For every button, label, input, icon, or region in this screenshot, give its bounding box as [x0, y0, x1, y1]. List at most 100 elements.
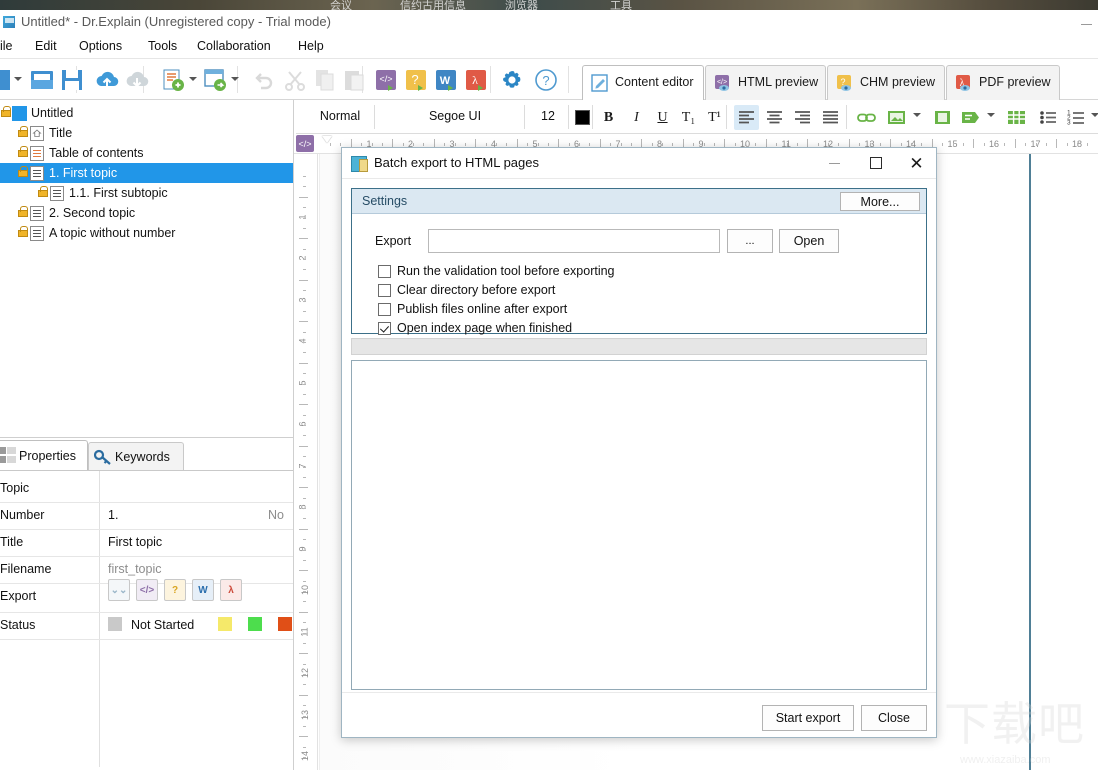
menu-item-file[interactable]: ile: [0, 39, 13, 53]
minimize-icon[interactable]: [1081, 24, 1092, 25]
lock-icon[interactable]: [17, 166, 28, 177]
open-button[interactable]: Open: [779, 229, 839, 253]
html-tag-icon[interactable]: </>: [296, 135, 314, 152]
bullet-list-button[interactable]: [1036, 105, 1061, 130]
align-left-button[interactable]: [734, 105, 759, 130]
lock-icon[interactable]: [17, 206, 28, 217]
properties-row-value[interactable]: 1.: [108, 508, 118, 522]
tree-item-topic-without-number[interactable]: A topic without number: [0, 223, 293, 243]
menu-item-edit[interactable]: Edit: [35, 39, 57, 53]
capture-window-caret[interactable]: [231, 77, 239, 81]
properties-row-number-toggle[interactable]: No: [268, 508, 284, 522]
insert-note-button[interactable]: [958, 105, 983, 130]
start-export-button[interactable]: Start export: [762, 705, 854, 731]
tab-keywords[interactable]: Keywords: [88, 442, 184, 470]
tree-item-second-topic[interactable]: 2. Second topic: [0, 203, 293, 223]
menu-item-options[interactable]: Options: [79, 39, 122, 53]
insert-image-button[interactable]: [884, 105, 909, 130]
new-project-caret[interactable]: [14, 77, 22, 81]
settings-button[interactable]: [498, 66, 526, 94]
menu-item-collaboration[interactable]: Collaboration: [197, 39, 271, 53]
properties-row-number[interactable]: Number 1. No: [0, 503, 293, 529]
align-right-button[interactable]: [790, 105, 815, 130]
menu-item-tools[interactable]: Tools: [148, 39, 177, 53]
text-color-swatch[interactable]: [575, 110, 590, 125]
lock-icon[interactable]: [17, 126, 28, 137]
maximize-icon[interactable]: [870, 157, 882, 169]
undo-button[interactable]: [249, 66, 277, 94]
subscript-button[interactable]: T₁: [676, 105, 701, 130]
insert-note-caret[interactable]: [987, 113, 995, 117]
indent-marker[interactable]: [322, 136, 332, 143]
align-center-button[interactable]: [762, 105, 787, 130]
tree-item-first-topic[interactable]: 1. First topic: [0, 163, 293, 183]
checkbox-box[interactable]: [378, 265, 391, 278]
minimize-icon[interactable]: [829, 163, 840, 164]
download-cloud-button[interactable]: [123, 66, 151, 94]
lock-icon[interactable]: [17, 146, 28, 157]
font-size-select[interactable]: 12: [536, 109, 560, 123]
tree-item-first-subtopic[interactable]: 1.1. First subtopic: [0, 183, 293, 203]
capture-window-button[interactable]: [201, 66, 229, 94]
properties-row-value[interactable]: First topic: [108, 535, 162, 549]
lock-icon[interactable]: [0, 106, 11, 117]
export-html-icon[interactable]: </>: [136, 579, 158, 601]
numbered-list-caret[interactable]: [1091, 113, 1098, 117]
export-pdf-button[interactable]: λ: [462, 66, 490, 94]
tab-pdf-preview[interactable]: λ PDF preview: [946, 65, 1060, 100]
export-word-button[interactable]: W: [432, 66, 460, 94]
align-justify-button[interactable]: [818, 105, 843, 130]
vertical-ruler[interactable]: 1 2 3 4 5 6 7 8 9 10 11 12 13 14: [294, 154, 318, 770]
bold-button[interactable]: B: [596, 105, 621, 130]
insert-video-button[interactable]: [930, 105, 955, 130]
upload-cloud-button[interactable]: [93, 66, 121, 94]
cut-button[interactable]: [281, 66, 309, 94]
tab-content-editor[interactable]: Content editor: [582, 65, 704, 100]
export-path-input[interactable]: [428, 229, 720, 253]
checkbox-box[interactable]: [378, 322, 391, 335]
numbered-list-button[interactable]: 1 2 3: [1064, 105, 1089, 130]
italic-button[interactable]: I: [624, 105, 649, 130]
export-pdf-icon[interactable]: λ: [220, 579, 242, 601]
tab-chm-preview[interactable]: ? CHM preview: [827, 65, 945, 100]
status-in-progress-swatch[interactable]: [218, 617, 232, 631]
insert-image-caret[interactable]: [913, 113, 921, 117]
properties-row-title[interactable]: Title First topic: [0, 530, 293, 556]
paste-button[interactable]: [340, 66, 368, 94]
checkbox-box[interactable]: [378, 284, 391, 297]
more-button[interactable]: More...: [840, 192, 920, 211]
tree-expander[interactable]: [0, 169, 6, 177]
window-titlebar[interactable]: Untitled* - Dr.Explain (Unregistered cop…: [0, 10, 1098, 35]
insert-table-button[interactable]: [1004, 105, 1029, 130]
export-chm-button[interactable]: ?: [402, 66, 430, 94]
help-button[interactable]: ?: [532, 66, 560, 94]
export-html-button[interactable]: </>: [372, 66, 400, 94]
export-word-icon[interactable]: W: [192, 579, 214, 601]
paragraph-style-select[interactable]: Normal: [310, 109, 370, 123]
insert-link-button[interactable]: [854, 105, 879, 130]
properties-row-value[interactable]: first_topic: [108, 562, 162, 576]
add-topic-caret[interactable]: [189, 77, 197, 81]
tree-item-table-of-contents[interactable]: Table of contents: [0, 143, 293, 163]
dialog-titlebar[interactable]: Batch export to HTML pages ✕: [342, 148, 936, 179]
close-button[interactable]: Close: [861, 705, 927, 731]
lock-icon[interactable]: [37, 186, 48, 197]
font-family-select[interactable]: Segoe UI: [400, 109, 510, 123]
tree-item-project[interactable]: Untitled: [0, 103, 293, 123]
add-topic-button[interactable]: [159, 66, 187, 94]
tree-item-title[interactable]: Title: [0, 123, 293, 143]
export-all-toggle-icon[interactable]: ⌄⌄: [108, 579, 130, 601]
close-icon[interactable]: ✕: [909, 155, 924, 172]
tab-properties[interactable]: Properties: [0, 440, 88, 470]
status-problem-swatch[interactable]: [278, 617, 292, 631]
open-project-button[interactable]: [28, 66, 56, 94]
export-chm-icon[interactable]: ?: [164, 579, 186, 601]
superscript-button[interactable]: T¹: [702, 105, 727, 130]
export-log-area[interactable]: [351, 360, 927, 690]
checkbox-box[interactable]: [378, 303, 391, 316]
status-done-swatch[interactable]: [248, 617, 262, 631]
copy-button[interactable]: [311, 66, 339, 94]
save-project-button[interactable]: [58, 66, 86, 94]
status-not-started-swatch[interactable]: [108, 617, 122, 631]
underline-button[interactable]: U: [650, 105, 675, 130]
